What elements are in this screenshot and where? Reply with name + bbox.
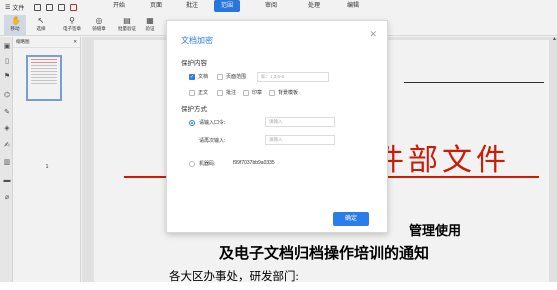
option-label: 印章 [252, 90, 263, 96]
password-radio[interactable]: 请输入口令: [189, 119, 225, 126]
checkbox-icon [217, 89, 223, 96]
option-page-range-checkbox[interactable]: 页面范围 [217, 73, 246, 80]
dialog-title: 文档加密 [181, 36, 213, 45]
machine-code-value: f99f7037bb9a0335 [233, 160, 275, 166]
radio-icon [189, 160, 195, 167]
option-label: 页面范围 [226, 74, 247, 80]
section-protect-content: 保护内容 [181, 60, 207, 67]
machine-code-radio-label: 机器码: [199, 161, 216, 167]
option-label: 正文 [198, 90, 209, 96]
option-background-checkbox[interactable]: 背景模板 [269, 89, 298, 96]
password-input[interactable]: 请输入 [265, 117, 335, 127]
option-document-checkbox[interactable]: ✓ 文档 [189, 73, 208, 80]
checkbox-checked-icon: ✓ [189, 73, 195, 80]
close-icon[interactable]: ✕ [369, 29, 377, 40]
page-range-input[interactable]: 如：1,3,5-8 [257, 72, 329, 82]
option-label: 文档 [198, 74, 209, 80]
checkbox-icon [217, 73, 223, 80]
encrypt-dialog: 文档加密 ✕ 保护内容 ✓ 文档 页面范围 如：1,3,5-8 正文 批注 印章… [166, 20, 388, 233]
confirm-password-label: 请再次输入: [199, 138, 226, 144]
radio-selected-icon [189, 119, 195, 126]
ok-button[interactable]: 确定 [333, 212, 369, 226]
section-protect-method: 保护方式 [181, 106, 207, 113]
option-label: 批注 [226, 90, 237, 96]
option-label: 背景模板 [278, 90, 299, 96]
password-radio-label: 请输入口令: [199, 120, 226, 126]
option-body-checkbox[interactable]: 正文 [189, 89, 208, 96]
machine-code-radio[interactable]: 机器码: [189, 160, 215, 167]
checkbox-icon [269, 89, 275, 96]
checkbox-icon [189, 89, 195, 96]
option-annotation-checkbox[interactable]: 批注 [217, 89, 236, 96]
confirm-password-input[interactable]: 请输入 [265, 135, 335, 145]
checkbox-icon [243, 89, 249, 96]
option-seal-checkbox[interactable]: 印章 [243, 89, 262, 96]
